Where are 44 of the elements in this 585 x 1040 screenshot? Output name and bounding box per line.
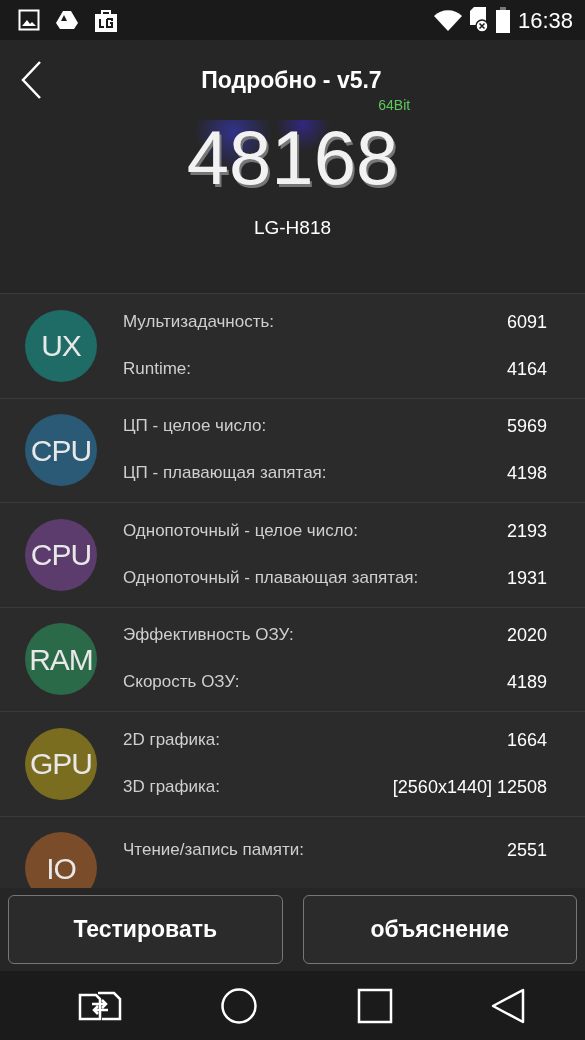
- category-badge: IO: [25, 832, 97, 888]
- metric-score: 1931: [506, 566, 547, 590]
- metric-score: 4198: [506, 462, 547, 486]
- recents-icon[interactable]: [356, 987, 393, 1024]
- metric-score: 1664: [506, 728, 547, 752]
- triangle-logo-icon: [56, 10, 78, 30]
- action-button[interactable]: Тестировать: [8, 895, 283, 964]
- device-name: LG-H818: [253, 217, 332, 238]
- category-badge: CPU: [25, 414, 97, 487]
- page-title: Подробно - v5.7: [201, 66, 382, 93]
- metric-score: 4164: [506, 357, 547, 381]
- gallery-icon: [18, 9, 40, 31]
- shopping-bag-icon: [94, 8, 118, 32]
- category-badge: GPU: [25, 727, 97, 800]
- sd-card-icon: [469, 7, 488, 33]
- metric-score: 2020: [506, 624, 547, 648]
- category-badge: CPU: [25, 518, 97, 591]
- metric-label: ЦП - целое число:: [123, 415, 267, 438]
- metric-score: 6091: [506, 310, 547, 334]
- metric-score: [2560x1440] 12508: [392, 775, 547, 799]
- metric-label: Мультизадачность:: [123, 310, 275, 333]
- metric-label: 3D графика:: [123, 775, 221, 798]
- metric-score: 2193: [506, 519, 547, 543]
- metric-label: Скорость ОЗУ:: [123, 671, 240, 694]
- switch-icon[interactable]: [78, 990, 122, 1021]
- metric-label: Однопоточный - целое число:: [123, 519, 358, 542]
- metric-score: 4189: [506, 671, 547, 695]
- metric-label: Чтение/запись памяти:: [123, 838, 305, 861]
- metric-label: Runtime:: [123, 357, 192, 380]
- metric-label: ЦП - плавающая запятая:: [123, 462, 327, 485]
- battery-icon: [495, 7, 510, 33]
- home-icon[interactable]: [220, 986, 259, 1025]
- action-button[interactable]: объяснение: [302, 895, 577, 964]
- metric-label: 2D графика:: [123, 728, 221, 751]
- wifi-icon: [433, 9, 462, 31]
- metric-score: 2551: [506, 838, 547, 862]
- category-badge: UX: [25, 309, 97, 382]
- metric-score: 5969: [506, 415, 547, 439]
- metric-label: Однопоточный - плавающая запятая:: [123, 566, 419, 589]
- category-badge: RAM: [25, 623, 97, 696]
- clock-time: 16:38: [517, 6, 573, 35]
- metric-label: Эффективность ОЗУ:: [123, 624, 294, 647]
- bit-label: 64Bit: [378, 98, 411, 112]
- back-icon[interactable]: [491, 987, 525, 1024]
